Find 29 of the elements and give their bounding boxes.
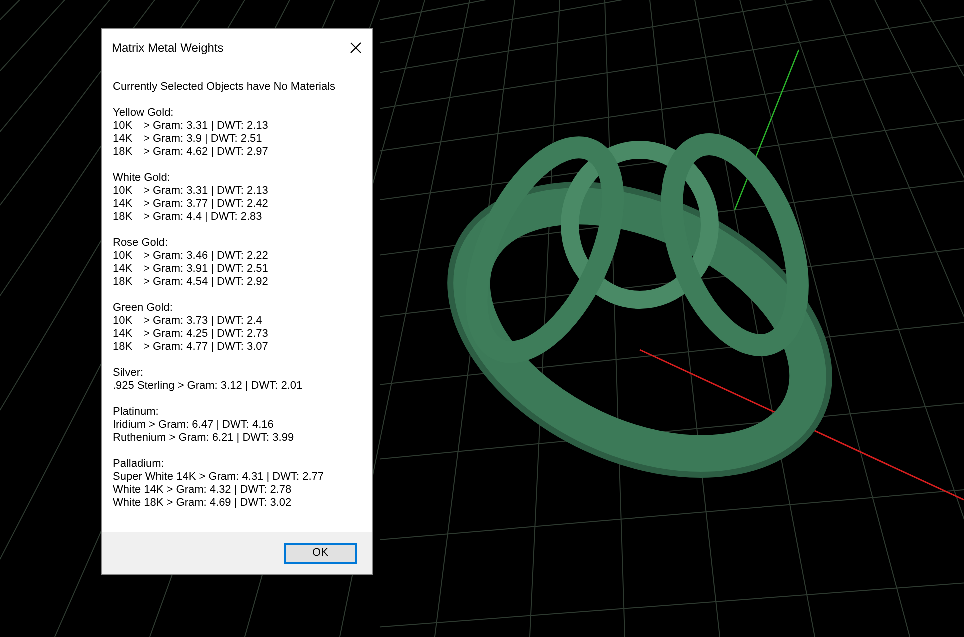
weight-line: 14K > Gram: 3.9 | DWT: 2.51 (113, 133, 264, 146)
group-heading: Yellow Gold: (113, 107, 175, 120)
group-heading: Palladium: (113, 458, 166, 471)
weight-line: 10K > Gram: 3.31 | DWT: 2.13 (113, 120, 270, 133)
weight-line: White 14K > Gram: 4.32 | DWT: 2.78 (113, 484, 293, 497)
weight-line: White 18K > Gram: 4.69 | DWT: 3.02 (113, 497, 293, 510)
close-icon[interactable] (350, 42, 362, 54)
weight-line: 18K > Gram: 4.62 | DWT: 2.97 (113, 146, 270, 159)
window-title: Matrix Metal Weights (112, 40, 224, 57)
group-heading: Platinum: (113, 406, 160, 419)
group-heading: White Gold: (113, 172, 172, 185)
weight-line: Ruthenium > Gram: 6.21 | DWT: 3.99 (113, 432, 296, 445)
ok-button[interactable]: OK (284, 542, 357, 564)
weight-line: 18K > Gram: 4.4 | DWT: 2.83 (113, 211, 264, 224)
weight-line: 10K > Gram: 3.73 | DWT: 2.4 (113, 315, 264, 328)
weight-line: 18K > Gram: 4.77 | DWT: 3.07 (113, 341, 270, 354)
weight-line: 14K > Gram: 4.25 | DWT: 2.73 (113, 328, 270, 341)
group-heading: Rose Gold: (113, 237, 170, 250)
weight-line: 10K > Gram: 3.46 | DWT: 2.22 (113, 250, 270, 263)
weight-line: 14K > Gram: 3.91 | DWT: 2.51 (113, 263, 270, 276)
status-message: Currently Selected Objects have No Materials (113, 81, 337, 94)
weight-line: Iridium > Gram: 6.47 | DWT: 4.16 (113, 419, 275, 432)
weight-line: Super White 14K > Gram: 4.31 | DWT: 2.77 (113, 471, 326, 484)
weight-line: 10K > Gram: 3.31 | DWT: 2.13 (113, 185, 270, 198)
weight-line: 18K > Gram: 4.54 | DWT: 2.92 (113, 276, 270, 289)
group-heading: Silver: (113, 367, 145, 380)
weight-line: .925 Sterling > Gram: 3.12 | DWT: 2.01 (113, 380, 304, 393)
weight-line: 14K > Gram: 3.77 | DWT: 2.42 (113, 198, 270, 211)
group-heading: Green Gold: (113, 302, 174, 315)
